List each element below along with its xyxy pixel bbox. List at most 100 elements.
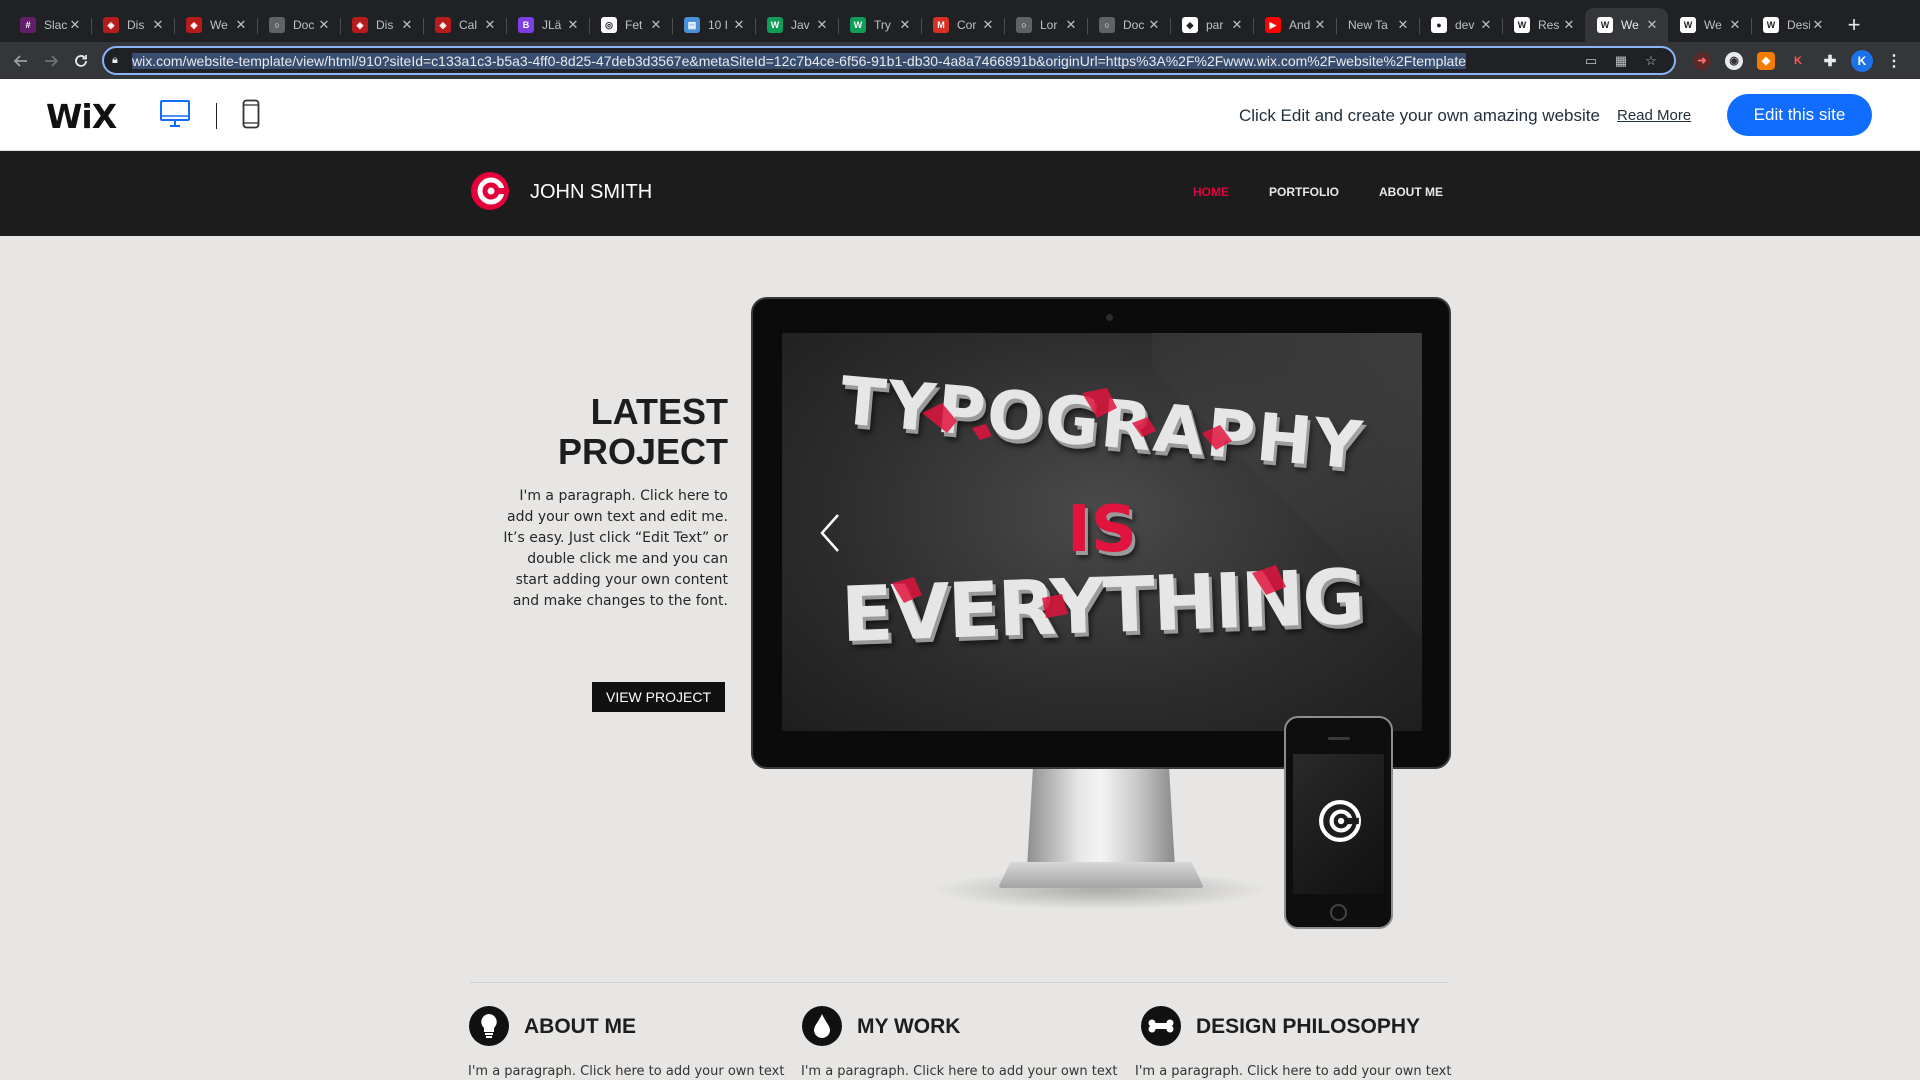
url-text[interactable]: wix.com/website-template/view/html/910?s… [132, 52, 1576, 69]
extension-circle-icon[interactable]: ◉ [1718, 46, 1750, 76]
browser-tab[interactable]: ○ Doc ✕ [1087, 8, 1170, 42]
tab-favicon-icon: ◆ [1182, 17, 1198, 33]
back-button[interactable] [6, 46, 36, 76]
browser-tab[interactable]: ▤ 10 I ✕ [672, 8, 755, 42]
browser-tab[interactable]: ◈ We ✕ [174, 8, 257, 42]
tab-close-icon[interactable]: ✕ [67, 17, 83, 33]
phone-logo-icon [1319, 800, 1361, 842]
edit-this-site-button[interactable]: Edit this site [1727, 94, 1872, 136]
tab-title: 10 I [708, 18, 729, 32]
tab-title: And [1289, 18, 1311, 32]
browser-tab[interactable]: ○ Lor ✕ [1004, 8, 1087, 42]
view-project-button[interactable]: VIEW PROJECT [592, 682, 725, 712]
browser-menu-icon[interactable]: ⋮ [1878, 46, 1910, 76]
tab-favicon-icon: M [933, 17, 949, 33]
browser-tab[interactable]: ● dev ✕ [1419, 8, 1502, 42]
nav-portfolio[interactable]: PORTFOLIO [1269, 185, 1339, 199]
nav-home[interactable]: HOME [1193, 185, 1229, 199]
browser-tab[interactable]: # Slack✕ [8, 8, 91, 42]
tab-favicon-icon: ◈ [352, 17, 368, 33]
tab-close-icon[interactable]: ✕ [1312, 17, 1328, 33]
browser-tab[interactable]: New Ta ✕ [1336, 8, 1419, 42]
browser-tab[interactable]: W We ✕ [1585, 8, 1668, 42]
browser-tab[interactable]: W Design✕ [1751, 8, 1834, 42]
latest-project-heading: LATEST PROJECT [420, 392, 728, 472]
tab-close-icon[interactable]: ✕ [814, 17, 830, 33]
monitor-stand-base [998, 862, 1204, 888]
browser-tab[interactable]: ◎ Fet ✕ [589, 8, 672, 42]
about-me-heading: ABOUT ME [524, 1015, 636, 1038]
tab-close-icon[interactable]: ✕ [316, 17, 332, 33]
tab-close-icon[interactable]: ✕ [1229, 17, 1245, 33]
tab-close-icon[interactable]: ✕ [482, 17, 498, 33]
tab-close-icon[interactable]: ✕ [1810, 17, 1826, 33]
new-tab-button[interactable]: + [1834, 8, 1874, 42]
browser-toolbar: 🔒︎ wix.com/website-template/view/html/91… [0, 42, 1920, 79]
tab-close-icon[interactable]: ✕ [565, 17, 581, 33]
browser-tab[interactable]: ◈ Dis ✕ [91, 8, 174, 42]
tab-close-icon[interactable]: ✕ [399, 17, 415, 33]
slideshow-prev-arrow-icon[interactable] [819, 513, 841, 553]
tab-close-icon[interactable]: ✕ [1063, 17, 1079, 33]
browser-tab[interactable]: ▶ And ✕ [1253, 8, 1336, 42]
tab-close-icon[interactable]: ✕ [1561, 17, 1577, 33]
extensions-puzzle-icon[interactable]: ✚ [1814, 46, 1846, 76]
monitor-mockup: TYPOGRAPHY IS EVERYTHING [751, 297, 1451, 769]
bookmark-star-icon[interactable]: ☆ [1636, 49, 1666, 73]
tab-favicon-icon: ● [1431, 17, 1447, 33]
tab-favicon-icon: W [1514, 17, 1530, 33]
browser-tab[interactable]: W We ✕ [1668, 8, 1751, 42]
cast-icon[interactable]: ▭ [1576, 49, 1606, 73]
tab-close-icon[interactable]: ✕ [1395, 17, 1411, 33]
address-bar[interactable]: 🔒︎ wix.com/website-template/view/html/91… [102, 46, 1676, 75]
tab-close-icon[interactable]: ✕ [1478, 17, 1494, 33]
design-philosophy-heading: DESIGN PHILOSOPHY [1196, 1015, 1421, 1038]
tab-list: #Slack✕◈Dis✕◈We✕○Doc✕◈Dis✕◈Cal✕BJLä✕◎Fet… [8, 0, 1834, 42]
browser-tab[interactable]: B JLä ✕ [506, 8, 589, 42]
browser-tab[interactable]: W Res ✕ [1502, 8, 1585, 42]
tab-close-icon[interactable]: ✕ [731, 17, 747, 33]
browser-tab[interactable]: M Cor ✕ [921, 8, 1004, 42]
browser-tab[interactable]: W Jav ✕ [755, 8, 838, 42]
profile-avatar[interactable]: K [1846, 46, 1878, 76]
tab-favicon-icon: ○ [1016, 17, 1032, 33]
tab-close-icon[interactable]: ✕ [980, 17, 996, 33]
extension-arrow-icon[interactable]: ➜ [1686, 46, 1718, 76]
wix-logo[interactable]: WiX [46, 97, 117, 136]
extension-k-icon[interactable]: K [1782, 46, 1814, 76]
browser-tab[interactable]: W Try ✕ [838, 8, 921, 42]
tab-title: Cor [957, 18, 977, 32]
tab-close-icon[interactable]: ✕ [233, 17, 249, 33]
reload-button[interactable] [66, 46, 96, 76]
browser-tab[interactable]: ◈ Cal ✕ [423, 8, 506, 42]
tab-title: New Ta [1348, 18, 1388, 32]
forward-button[interactable] [36, 46, 66, 76]
tab-close-icon[interactable]: ✕ [897, 17, 913, 33]
tab-close-icon[interactable]: ✕ [1146, 17, 1162, 33]
section-divider [470, 982, 1449, 983]
reload-icon [75, 54, 87, 67]
tab-favicon-icon: ◈ [435, 17, 451, 33]
qr-code-icon[interactable]: ▦ [1606, 49, 1636, 73]
nav-about-me[interactable]: ABOUT ME [1379, 185, 1443, 199]
phone-speaker [1328, 737, 1350, 740]
browser-tab[interactable]: ◈ Dis ✕ [340, 8, 423, 42]
extension-orange-icon[interactable]: ◆ [1750, 46, 1782, 76]
tab-close-icon[interactable]: ✕ [150, 17, 166, 33]
desktop-view-icon[interactable] [160, 100, 190, 133]
tab-title: Lor [1040, 18, 1058, 32]
browser-tab[interactable]: ○ Doc ✕ [257, 8, 340, 42]
tab-close-icon[interactable]: ✕ [1644, 17, 1660, 33]
tab-favicon-icon: W [1597, 17, 1613, 33]
tab-close-icon[interactable]: ✕ [648, 17, 664, 33]
drop-icon [802, 1006, 842, 1046]
browser-tab[interactable]: ◆ par ✕ [1170, 8, 1253, 42]
back-arrow-icon [13, 54, 27, 67]
site-name[interactable]: JOHN SMITH [530, 181, 652, 204]
site-logo-icon[interactable] [470, 171, 510, 216]
tab-title: We [1621, 18, 1639, 32]
tab-close-icon[interactable]: ✕ [1727, 17, 1743, 33]
read-more-link[interactable]: Read More [1617, 107, 1691, 124]
mobile-view-icon[interactable] [242, 99, 260, 134]
project-slideshow[interactable]: TYPOGRAPHY IS EVERYTHING [782, 333, 1422, 731]
